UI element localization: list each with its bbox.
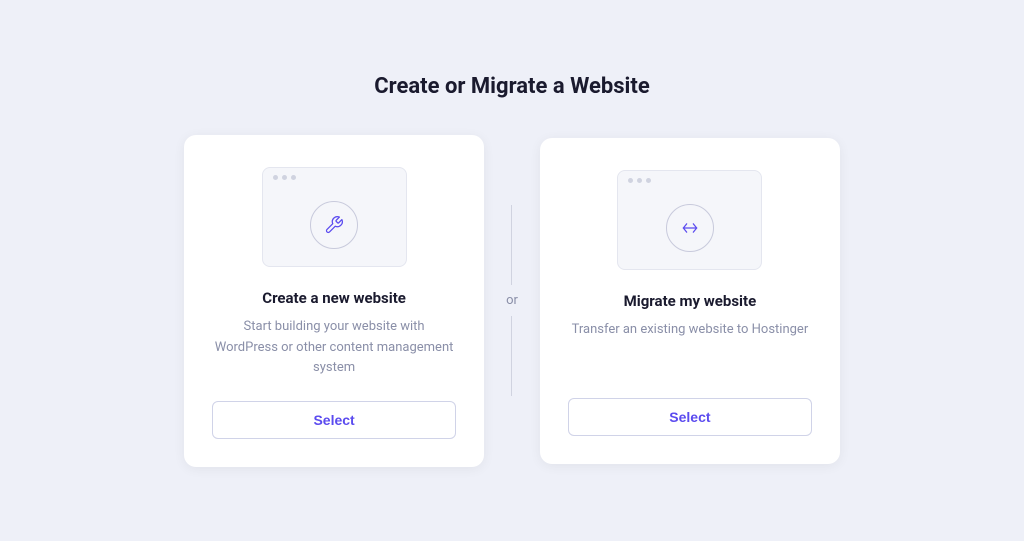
browser-dot-3 [291,175,296,180]
browser-dot-4 [628,178,633,183]
browser-dot-5 [637,178,642,183]
migrate-icon [680,218,700,238]
page-wrapper: Create or Migrate a Website Crea [0,34,1024,507]
browser-dot-1 [273,175,278,180]
migrate-card-description: Transfer an existing website to Hostinge… [572,320,809,376]
cards-container: Create a new website Start building your… [184,135,840,467]
create-card-title: Create a new website [262,289,406,307]
browser-dot-6 [646,178,651,183]
or-text: or [506,285,518,316]
wrench-icon [324,215,344,235]
migrate-icon-circle [666,204,714,252]
divider-line-bottom [511,316,512,396]
create-select-button[interactable]: Select [212,401,456,439]
migrate-card-title: Migrate my website [624,292,757,310]
browser-dots-migrate [618,171,761,188]
browser-content-migrate [618,188,761,269]
page-title: Create or Migrate a Website [374,74,649,99]
migrate-website-card: Migrate my website Transfer an existing … [540,138,840,464]
create-website-card: Create a new website Start building your… [184,135,484,467]
wrench-icon-circle [310,201,358,249]
migrate-select-button[interactable]: Select [568,398,812,436]
browser-dots [263,168,406,185]
or-divider: or [484,205,540,396]
browser-dot-2 [282,175,287,180]
divider-line-top [511,205,512,285]
browser-mock-migrate [617,170,762,270]
browser-mock-create [262,167,407,267]
browser-content-create [263,185,406,266]
create-card-description: Start building your website with WordPre… [212,317,456,379]
